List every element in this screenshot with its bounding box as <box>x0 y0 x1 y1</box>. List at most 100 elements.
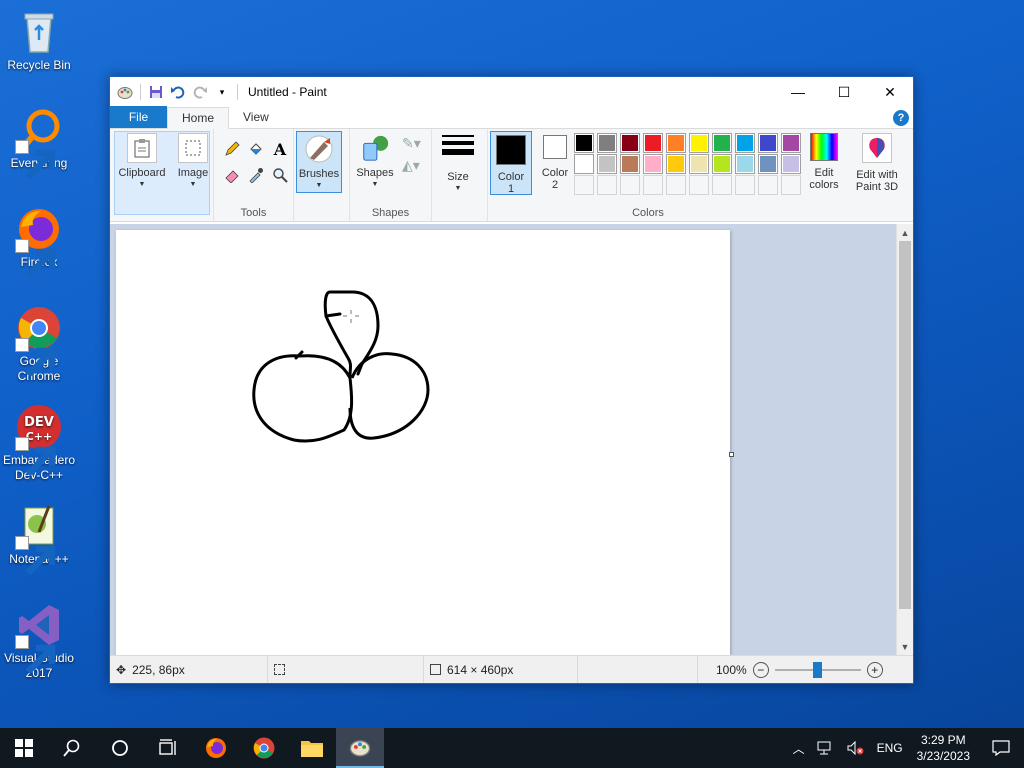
clock-date: 3/23/2023 <box>916 749 970 763</box>
color-swatch[interactable] <box>758 154 778 174</box>
color-swatch[interactable] <box>689 133 709 153</box>
color-swatch[interactable] <box>735 154 755 174</box>
color-swatch[interactable] <box>643 154 663 174</box>
tools-grid: A <box>222 139 294 185</box>
cortana-button[interactable] <box>96 728 144 768</box>
close-button[interactable]: ✕ <box>867 77 913 107</box>
edit-colors-label: Edit <box>814 167 834 179</box>
color-swatch[interactable] <box>712 154 732 174</box>
color-swatch[interactable] <box>643 133 663 153</box>
color-swatch[interactable] <box>735 133 755 153</box>
custom-color-slot[interactable] <box>597 175 617 195</box>
show-hidden-icons-icon[interactable]: ︿ <box>787 740 811 757</box>
fill-icon[interactable]: ◭▾ <box>402 157 420 174</box>
zoom-slider-knob[interactable] <box>813 661 823 678</box>
color1-number: 1 <box>507 183 515 195</box>
taskbar-paint[interactable] <box>336 728 384 768</box>
zoom-slider[interactable] <box>774 661 861 678</box>
color-swatch[interactable] <box>620 154 640 174</box>
image-button[interactable]: Image ▼ <box>172 133 214 191</box>
color-swatch[interactable] <box>620 133 640 153</box>
desktop-icon-recycle-bin[interactable]: Recycle Bin <box>0 8 78 73</box>
custom-color-slot[interactable] <box>781 175 801 195</box>
network-icon[interactable] <box>811 741 841 755</box>
color-picker-icon[interactable] <box>246 165 266 185</box>
color-swatch[interactable] <box>758 133 778 153</box>
color2-button[interactable]: Color 2 <box>536 135 574 191</box>
color-swatch[interactable] <box>781 133 801 153</box>
outline-icon[interactable]: ✎▾ <box>402 135 421 152</box>
color-swatch[interactable] <box>781 154 801 174</box>
tab-file[interactable]: File <box>110 106 167 128</box>
brushes-button[interactable]: Brushes ▼ <box>296 131 342 193</box>
custom-color-slot[interactable] <box>574 175 594 195</box>
canvas-workspace[interactable] <box>110 224 897 655</box>
size-button[interactable]: Size ▼ <box>440 133 476 195</box>
fill-bucket-icon[interactable] <box>246 139 266 159</box>
custom-color-slot[interactable] <box>643 175 663 195</box>
help-button[interactable]: ? <box>893 110 909 126</box>
edit-colors-button[interactable]: Edit colors <box>802 133 846 191</box>
color1-button[interactable]: Color 1 <box>490 131 532 195</box>
start-button[interactable] <box>0 728 48 768</box>
chrome-icon <box>15 304 63 378</box>
tab-home[interactable]: Home <box>167 107 230 129</box>
paint-app-icon[interactable] <box>116 83 134 101</box>
search-button[interactable] <box>48 728 96 768</box>
pencil-icon[interactable] <box>222 139 242 159</box>
color-swatch[interactable] <box>597 133 617 153</box>
zoom-out-button[interactable]: − <box>752 661 769 678</box>
save-icon[interactable] <box>147 83 165 101</box>
clipboard-icon <box>127 133 157 163</box>
tab-view[interactable]: View <box>229 106 283 128</box>
maximize-button[interactable]: ☐ <box>821 77 867 107</box>
custom-color-slot[interactable] <box>712 175 732 195</box>
customize-qat-icon[interactable]: ▾ <box>213 83 231 101</box>
vertical-scrollbar[interactable]: ▲ ▼ <box>896 224 913 655</box>
scroll-up-icon[interactable]: ▲ <box>897 224 913 241</box>
shapes-button[interactable]: Shapes ▼ <box>352 133 398 191</box>
clipboard-button[interactable]: Clipboard ▼ <box>116 133 168 191</box>
desktop-icon-dev-cpp[interactable]: DEV C++ Embarcadero Dev-C++ <box>0 403 78 483</box>
taskbar-firefox[interactable] <box>192 728 240 768</box>
action-center-icon[interactable] <box>978 740 1024 756</box>
color-swatch[interactable] <box>712 133 732 153</box>
eraser-icon[interactable] <box>222 165 242 185</box>
volume-muted-icon[interactable] <box>841 741 871 755</box>
custom-color-slot[interactable] <box>666 175 686 195</box>
group-tools: A Tools <box>214 129 294 221</box>
color-swatch[interactable] <box>574 154 594 174</box>
drawing-canvas[interactable] <box>116 230 730 655</box>
undo-icon[interactable] <box>169 83 187 101</box>
language-indicator[interactable]: ENG <box>871 741 909 755</box>
color-swatch[interactable] <box>666 154 686 174</box>
clock[interactable]: 3:29 PM 3/23/2023 <box>909 732 978 764</box>
minimize-button[interactable]: — <box>775 77 821 107</box>
custom-color-slot[interactable] <box>689 175 709 195</box>
image-label: Image <box>177 167 209 179</box>
taskbar-chrome[interactable] <box>240 728 288 768</box>
desktop-icon-everything[interactable]: Everything <box>0 106 78 180</box>
ribbon-home: Clipboard ▼ Image ▼ A Tools Brushes ▼ Sh… <box>110 129 913 222</box>
task-view-button[interactable] <box>144 728 192 768</box>
desktop-icon-notepad-plus-plus[interactable]: Notepad++ <box>0 502 78 576</box>
redo-icon[interactable] <box>191 83 209 101</box>
desktop-icon-visual-studio[interactable]: Visual Studio 2017 <box>0 601 78 681</box>
zoom-in-button[interactable]: + <box>866 661 883 678</box>
custom-color-slot[interactable] <box>758 175 778 195</box>
magnifier-icon[interactable] <box>270 165 290 185</box>
text-tool-icon[interactable]: A <box>270 139 290 159</box>
edit-with-paint3d-button[interactable]: Edit with Paint 3D <box>850 133 904 193</box>
custom-color-slot[interactable] <box>620 175 640 195</box>
color-swatch[interactable] <box>689 154 709 174</box>
custom-color-slot[interactable] <box>735 175 755 195</box>
desktop-icon-google-chrome[interactable]: Google Chrome <box>0 304 78 384</box>
color-swatch[interactable] <box>574 133 594 153</box>
taskbar-file-explorer[interactable] <box>288 728 336 768</box>
canvas-resize-handle-right[interactable] <box>729 452 734 457</box>
scroll-thumb[interactable] <box>899 241 911 609</box>
desktop-icon-firefox[interactable]: Firefox <box>0 205 78 279</box>
color-swatch[interactable] <box>666 133 686 153</box>
color-swatch[interactable] <box>597 154 617 174</box>
scroll-down-icon[interactable]: ▼ <box>897 638 913 655</box>
